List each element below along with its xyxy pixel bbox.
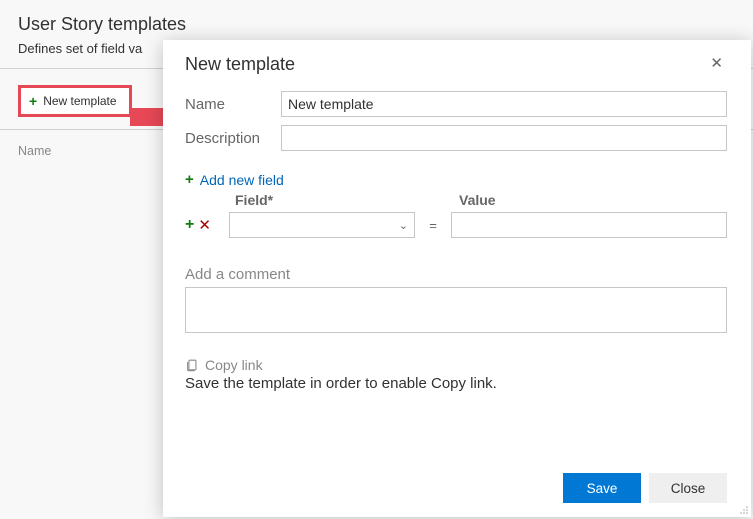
description-label: Description [185,130,281,147]
equals-sign: = [415,218,451,233]
value-column-header: Value [459,192,496,208]
delete-row-icon[interactable]: ✕ [198,216,211,234]
copy-link-hint: Save the template in order to enable Cop… [185,375,727,392]
value-input[interactable] [451,212,727,238]
name-label: Name [185,96,281,113]
copy-link-icon [185,358,199,372]
new-template-button[interactable]: + New template [18,85,132,117]
plus-icon: + [29,94,37,108]
field-combobox[interactable]: ⌄ [229,212,415,238]
page-title: User Story templates [0,0,753,41]
new-template-dialog: New template ✕ Name Description + Add ne… [163,40,751,517]
copy-link-label: Copy link [205,357,263,373]
add-new-field-label: Add new field [200,172,284,188]
dialog-title: New template [185,54,295,75]
field-column-header: Field* [235,192,415,208]
comment-label: Add a comment [185,266,727,283]
new-template-button-label: New template [43,94,116,108]
add-new-field-link[interactable]: + Add new field [185,171,727,188]
resize-grip-icon [737,503,749,515]
add-row-icon[interactable]: + [185,216,194,234]
close-button[interactable]: Close [649,473,727,503]
comment-textarea[interactable] [185,287,727,333]
plus-icon: + [185,171,194,188]
chevron-down-icon: ⌄ [399,219,408,232]
field-row: + ✕ ⌄ = [185,212,727,238]
name-input[interactable] [281,91,727,117]
copy-link-row: Copy link [185,357,727,373]
save-button[interactable]: Save [563,473,641,503]
description-input[interactable] [281,125,727,151]
close-icon[interactable]: ✕ [706,54,727,73]
